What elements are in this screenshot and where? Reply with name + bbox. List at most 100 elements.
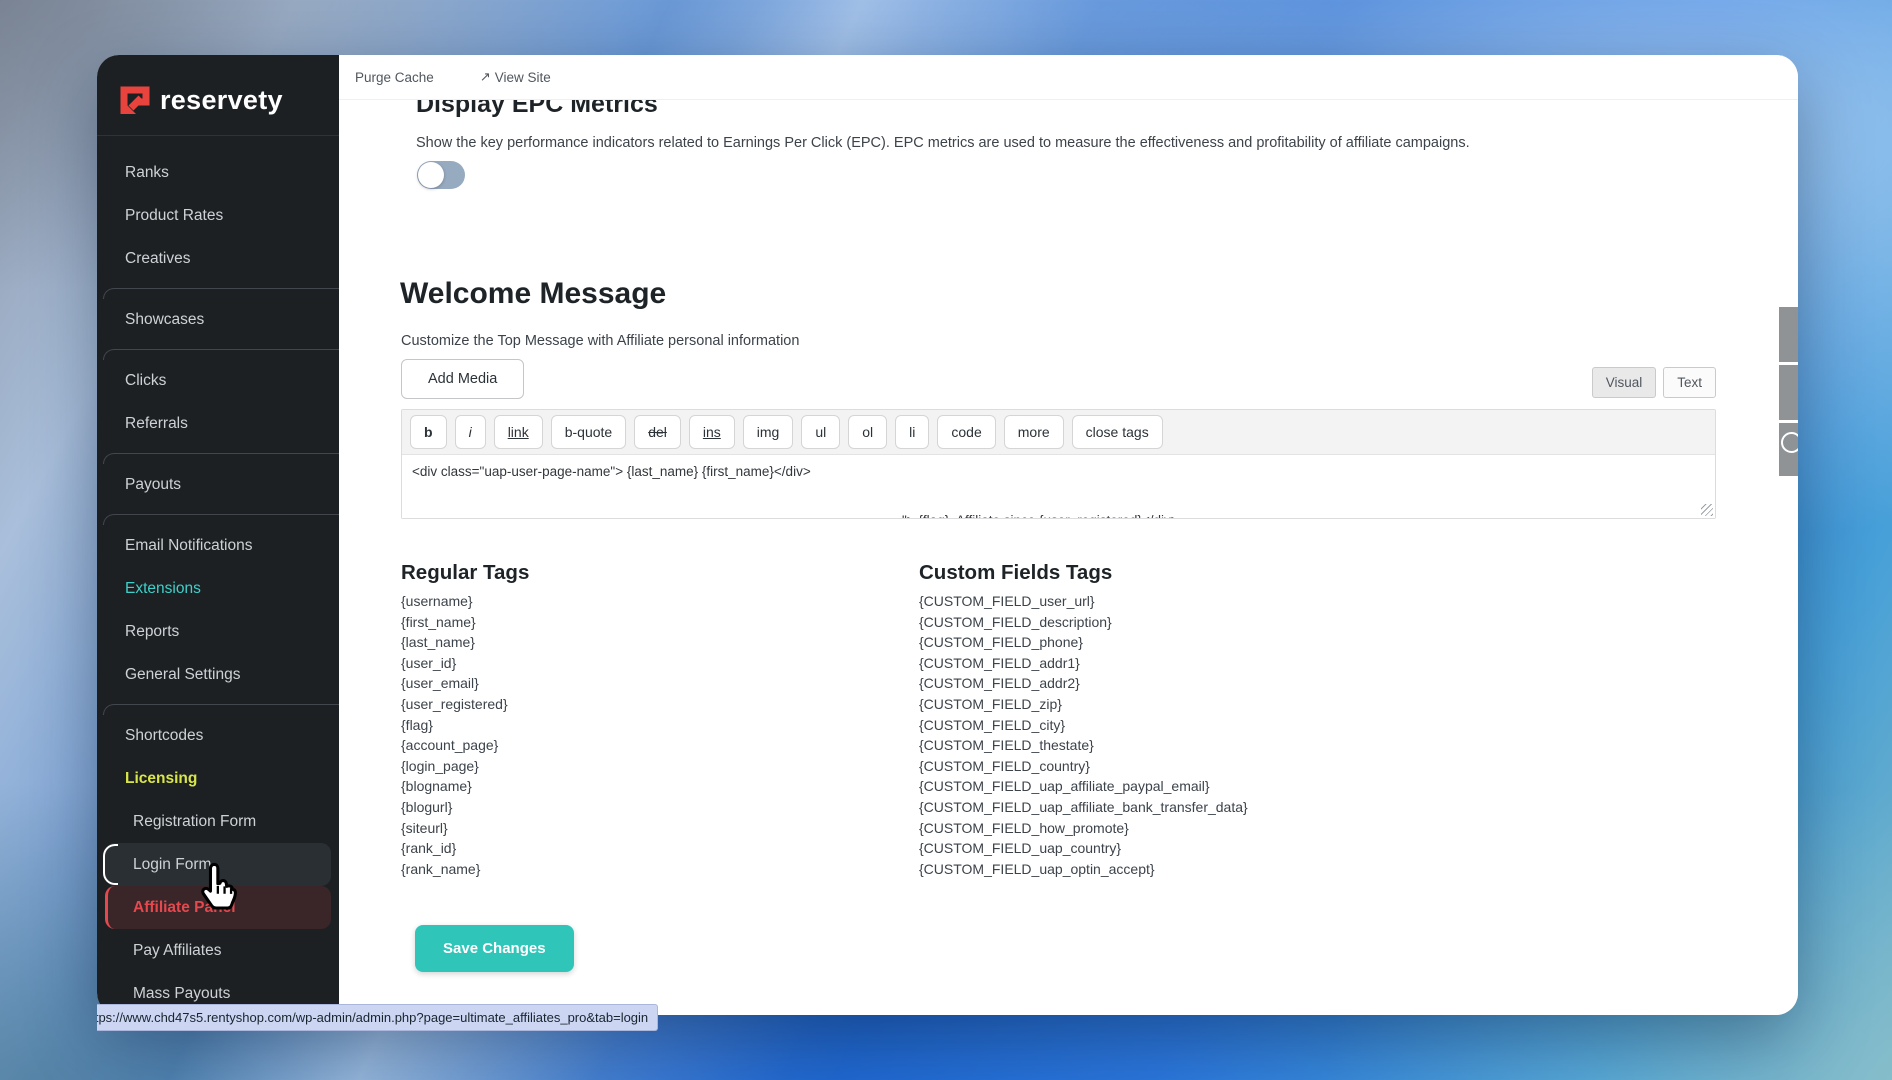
sidebar-item-licensing[interactable]: Licensing (105, 757, 331, 800)
tag-item: {user_email} (401, 675, 479, 692)
sidebar-item-general-settings[interactable]: General Settings (105, 653, 331, 696)
regular-tags-heading: Regular Tags (401, 561, 530, 584)
sidebar-item-pay-affiliates[interactable]: Pay Affiliates (105, 929, 331, 972)
sidebar-separator (103, 445, 339, 464)
editor-button-link[interactable]: link (493, 415, 543, 449)
tag-item: {CUSTOM_FIELD_description} (919, 613, 1112, 630)
sidebar-separator (103, 696, 339, 715)
epc-metrics-toggle[interactable] (417, 161, 465, 189)
sidebar-item-showcases[interactable]: Showcases (105, 298, 331, 341)
editor-button-close-tags[interactable]: close tags (1071, 415, 1163, 449)
reservety-logo-icon (117, 83, 151, 117)
tag-item: {rank_name} (401, 860, 481, 877)
link-status-bar: https://www.chd47s5.rentyshop.com/wp-adm… (97, 1004, 659, 1031)
clock-icon (1781, 432, 1798, 453)
tag-item: {siteurl} (401, 819, 448, 836)
sidebar-item-email-notifications[interactable]: Email Notifications (105, 524, 331, 567)
custom-tags-heading: Custom Fields Tags (919, 561, 1113, 584)
editor-mode-tabs: Visual Text (1591, 367, 1716, 398)
editor-button-b[interactable]: b (410, 415, 447, 449)
admin-topbar: Purge Cache ↗ View Site (339, 55, 1798, 100)
tag-item: {CUSTOM_FIELD_addr2} (919, 675, 1080, 692)
sidebar-item-product-rates[interactable]: Product Rates (105, 194, 331, 237)
edge-panel-block[interactable] (1779, 423, 1798, 476)
epc-metrics-description: Show the key performance indicators rela… (416, 135, 1470, 151)
toggle-knob (418, 162, 444, 188)
tag-item: {username} (401, 593, 473, 609)
editor-content-line2-clipped: "> {flag} Affiliate since {user_register… (902, 513, 1179, 518)
sidebar-item-extensions[interactable]: Extensions (105, 567, 331, 610)
tag-item: {CUSTOM_FIELD_addr1} (919, 654, 1080, 671)
tag-item: {CUSTOM_FIELD_how_promote} (919, 819, 1129, 836)
edge-panel-block[interactable] (1779, 307, 1798, 362)
sidebar-item-registration-form[interactable]: Registration Form (105, 800, 331, 843)
regular-tags-list: {username} {first_name} {last_name} {user_i… (401, 591, 508, 879)
sidebar-divider (97, 135, 339, 136)
tag-item: {CUSTOM_FIELD_zip} (919, 695, 1062, 712)
sidebar-separator (103, 280, 339, 299)
sidebar-item-shortcodes[interactable]: Shortcodes (105, 714, 331, 757)
sidebar-item-referrals[interactable]: Referrals (105, 402, 331, 445)
tag-item: {flag} (401, 716, 433, 733)
editor-button-i[interactable]: i (454, 415, 486, 449)
view-site-label: View Site (494, 69, 551, 85)
tag-item: {user_registered} (401, 695, 508, 712)
settings-content: Display EPC Metrics Show the key perform… (339, 99, 1798, 1015)
sidebar-item-clicks[interactable]: Clicks (105, 359, 331, 402)
editor-tab-text[interactable]: Text (1663, 367, 1716, 398)
editor-button-code[interactable]: code (937, 415, 996, 449)
brand-name: reservety (160, 84, 283, 115)
sidebar: reservety Ranks Product Rates Creatives Sho… (97, 55, 339, 1015)
editor-button-b-quote[interactable]: b-quote (550, 415, 627, 449)
editor-tab-visual[interactable]: Visual (1591, 367, 1657, 398)
tag-item: {CUSTOM_FIELD_uap_affiliate_bank_transfe… (919, 798, 1248, 815)
add-media-button[interactable]: Add Media (401, 359, 525, 399)
editor-button-ol[interactable]: ol (848, 415, 888, 449)
sidebar-item-creatives[interactable]: Creatives (105, 237, 331, 280)
editor-content-line1: <div class="uap-user-page-name"> {last_n… (412, 464, 811, 479)
tag-item: {login_page} (401, 757, 479, 774)
view-site-link[interactable]: ↗ View Site (480, 69, 551, 85)
tag-item: {last_name} (401, 634, 475, 651)
sidebar-item-ranks[interactable]: Ranks (105, 151, 331, 194)
tag-item: {CUSTOM_FIELD_phone} (919, 634, 1083, 651)
edge-panel-block[interactable] (1779, 365, 1798, 420)
sidebar-separator (103, 506, 339, 525)
tag-item: {blogurl} (401, 798, 453, 815)
sidebar-item-reports[interactable]: Reports (105, 610, 331, 653)
epc-metrics-heading: Display EPC Metrics (416, 99, 658, 118)
sidebar-item-login-form[interactable]: Login Form (103, 843, 331, 886)
tag-item: {CUSTOM_FIELD_city} (919, 716, 1066, 733)
tag-item: {first_name} (401, 613, 476, 630)
editor-button-more[interactable]: more (1003, 415, 1064, 449)
tag-item: {CUSTOM_FIELD_country} (919, 757, 1090, 774)
tag-item: {blogname} (401, 778, 472, 795)
editor-button-li[interactable]: li (895, 415, 930, 449)
external-link-icon: ↗ (479, 69, 491, 84)
tag-item: {CUSTOM_FIELD_thestate} (919, 737, 1094, 754)
save-changes-button[interactable]: Save Changes (415, 925, 574, 972)
welcome-message-subheading: Customize the Top Message with Affiliate… (401, 333, 800, 349)
sidebar-nav: Ranks Product Rates Creatives Showcases Clic… (97, 151, 339, 1015)
purge-cache-link[interactable]: Purge Cache (355, 70, 434, 85)
tag-item: {CUSTOM_FIELD_uap_affiliate_paypal_email… (919, 778, 1210, 795)
editor-button-del[interactable]: del (634, 415, 681, 449)
sidebar-item-affiliate-panel[interactable]: Affiliate Panel (105, 886, 331, 929)
tag-item: {CUSTOM_FIELD_user_url} (919, 593, 1095, 609)
textarea-resize-handle[interactable] (1701, 504, 1713, 516)
sidebar-item-payouts[interactable]: Payouts (105, 463, 331, 506)
tag-item: {account_page} (401, 737, 499, 754)
status-url-text: https://www.chd47s5.rentyshop.com/wp-adm… (97, 1010, 649, 1025)
welcome-message-heading: Welcome Message (400, 277, 667, 310)
desktop: reservety Ranks Product Rates Creatives Sho… (0, 0, 1892, 1080)
editor-textarea[interactable]: <div class="uap-user-page-name"> {last_n… (402, 454, 1715, 518)
editor-button-img[interactable]: img (742, 415, 794, 449)
tag-item: {user_id} (401, 654, 457, 671)
quicktags-toolbar: b i link b-quote del ins img ul ol li code more clos… (402, 410, 1715, 454)
welcome-message-editor: b i link b-quote del ins img ul ol li code more clos… (401, 409, 1716, 519)
editor-button-ins[interactable]: ins (688, 415, 735, 449)
brand-logo[interactable]: reservety (117, 75, 283, 125)
tag-item: {CUSTOM_FIELD_uap_country} (919, 840, 1122, 857)
sidebar-separator (103, 341, 339, 360)
editor-button-ul[interactable]: ul (801, 415, 841, 449)
